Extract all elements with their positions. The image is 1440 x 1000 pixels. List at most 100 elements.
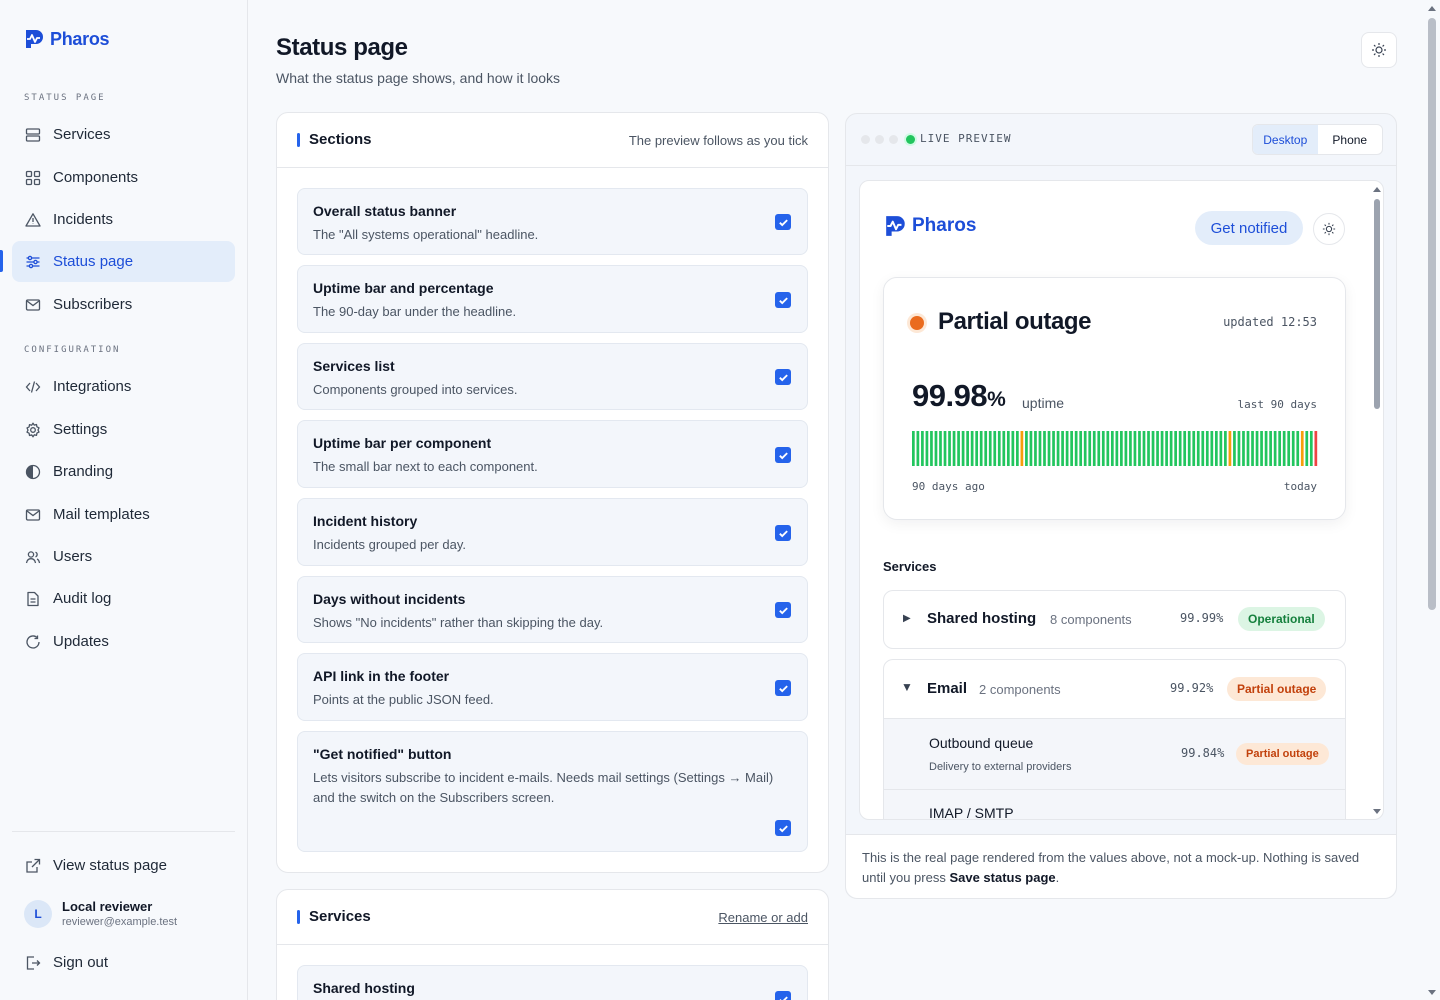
preview-toolbar: LIVE PREVIEW Desktop Phone — [846, 114, 1396, 166]
component-uptime: 99.84% — [1181, 746, 1225, 760]
scroll-thumb[interactable] — [1374, 199, 1380, 409]
uptime-day-bar — [1047, 431, 1051, 466]
services-heading: Services — [883, 559, 937, 574]
brand-logo[interactable]: Pharos — [24, 28, 110, 50]
option-api-link[interactable]: API link in the footer Points at the pub… — [297, 653, 808, 721]
sidebar-item-subscribers[interactable]: Subscribers — [12, 284, 235, 325]
sun-icon — [1372, 43, 1386, 57]
preview-theme-button[interactable] — [1313, 213, 1345, 245]
uptime-day-bar — [1233, 431, 1236, 466]
contrast-icon — [25, 464, 41, 479]
avatar: L — [24, 900, 52, 928]
uptime-day-bar — [1210, 431, 1214, 466]
tab-desktop[interactable]: Desktop — [1253, 125, 1318, 154]
page-scroll-thumb[interactable] — [1428, 18, 1436, 610]
uptime-day-bar — [1183, 431, 1187, 466]
rename-or-add-link[interactable]: Rename or add — [718, 910, 808, 925]
checkbox-checked[interactable] — [775, 991, 791, 1000]
service-option-shared-hosting[interactable]: Shared hosting — [297, 965, 808, 1000]
uptime-day-bar — [1011, 431, 1015, 466]
uptime-day-bar — [1300, 431, 1304, 466]
grid-icon — [25, 170, 41, 185]
component-name: IMAP / SMTP — [929, 805, 1014, 820]
sidebar-item-components[interactable]: Components — [12, 157, 235, 198]
warning-icon — [25, 212, 41, 227]
option-uptime-bar[interactable]: Uptime bar and percentage The 90-day bar… — [297, 265, 808, 333]
page-scroll-up[interactable] — [1428, 6, 1436, 11]
users-icon — [25, 550, 41, 563]
uptime-day-bar — [1251, 431, 1254, 466]
check-icon — [778, 218, 788, 226]
uptime-day-bar — [988, 431, 992, 466]
sidebar-item-mail-templates[interactable]: Mail templates — [12, 494, 235, 535]
preview-brand-name: Pharos — [912, 215, 977, 236]
option-days-without-incidents[interactable]: Days without incidents Shows "No inciden… — [297, 576, 808, 643]
uptime-day-bar — [961, 431, 965, 466]
bar-start-label: 90 days ago — [912, 480, 985, 493]
uptime-day-bar — [1097, 431, 1101, 466]
section-label-config: CONFIGURATION — [24, 345, 121, 355]
uptime-day-bar — [952, 431, 956, 466]
uptime-day-bar — [1025, 431, 1028, 466]
sidebar-item-updates[interactable]: Updates — [12, 621, 235, 662]
uptime-day-bar — [1305, 431, 1309, 466]
server-icon — [25, 127, 41, 142]
option-overall-status-banner[interactable]: Overall status banner The "All systems o… — [297, 188, 808, 255]
checkbox-checked[interactable] — [775, 820, 791, 836]
check-icon — [778, 995, 788, 1000]
uptime-day-bar — [1278, 431, 1282, 466]
uptime-day-bar — [1187, 431, 1191, 466]
checkbox-checked[interactable] — [775, 525, 791, 541]
service-count: 8 components — [1050, 612, 1132, 627]
checkbox-checked[interactable] — [775, 602, 791, 618]
option-services-list[interactable]: Services list Components grouped into se… — [297, 343, 808, 410]
sidebar-item-label: Branding — [53, 463, 114, 480]
checkbox-checked[interactable] — [775, 369, 791, 385]
uptime-day-bar — [943, 431, 947, 466]
component-row-outbound-queue: Outbound queue Delivery to external prov… — [884, 718, 1345, 789]
file-icon — [27, 591, 39, 606]
code-icon — [25, 380, 41, 393]
scroll-up-arrow[interactable] — [1373, 187, 1381, 192]
page-scroll-down[interactable] — [1428, 990, 1436, 995]
tab-phone[interactable]: Phone — [1318, 125, 1383, 154]
theme-toggle-button[interactable] — [1361, 32, 1397, 68]
service-row-shared-hosting[interactable]: ▶ Shared hosting 8 components 99.99% Ope… — [883, 590, 1346, 649]
sidebar-item-audit-log[interactable]: Audit log — [12, 578, 235, 619]
scroll-down-arrow[interactable] — [1373, 809, 1381, 814]
option-uptime-bar-per-component[interactable]: Uptime bar per component The small bar n… — [297, 420, 808, 488]
sidebar-item-users[interactable]: Users — [12, 536, 235, 577]
checkbox-checked[interactable] — [775, 292, 791, 308]
uptime-day-bar — [1120, 431, 1123, 466]
view-status-page-link[interactable]: View status page — [12, 845, 235, 886]
checkbox-checked[interactable] — [775, 214, 791, 230]
sidebar-item-label: Status page — [53, 253, 134, 270]
sidebar-item-settings[interactable]: Settings — [12, 409, 235, 450]
preview-brand-logo: Pharos — [884, 214, 976, 238]
uptime-day-bar — [1043, 431, 1046, 466]
sidebar-item-integrations[interactable]: Integrations — [12, 366, 235, 407]
option-incident-history[interactable]: Incident history Incidents grouped per d… — [297, 498, 808, 566]
uptime-day-bar — [975, 431, 979, 466]
checkbox-checked[interactable] — [775, 447, 791, 463]
sidebar-item-services[interactable]: Services — [12, 114, 235, 155]
chevron-right-icon: ▶ — [903, 613, 911, 624]
uptime-day-bar — [1246, 431, 1250, 466]
service-row-email[interactable]: ▼ Email 2 components 99.92% Partial outa… — [883, 659, 1346, 820]
sidebar-item-incidents[interactable]: Incidents — [12, 199, 235, 240]
get-notified-button[interactable]: Get notified — [1195, 211, 1303, 245]
uptime-day-bar — [1160, 431, 1164, 466]
preview-scrollbar[interactable] — [1373, 187, 1381, 814]
option-get-notified-button[interactable]: "Get notified" button Lets visitors subs… — [297, 731, 808, 852]
option-desc: The "All systems operational" headline. — [313, 227, 539, 242]
sidebar-item-branding[interactable]: Branding — [12, 451, 235, 492]
section-label-status: STATUS PAGE — [24, 93, 106, 103]
option-desc: Points at the public JSON feed. — [313, 692, 494, 707]
uptime-day-bar — [1178, 431, 1182, 466]
sign-out-button[interactable]: Sign out — [12, 942, 235, 983]
uptime-day-bar — [966, 431, 969, 466]
checkbox-checked[interactable] — [775, 680, 791, 696]
sidebar-item-label: Components — [53, 169, 139, 186]
sign-out-label: Sign out — [53, 954, 109, 971]
sidebar-item-status-page[interactable]: Status page — [12, 241, 235, 282]
